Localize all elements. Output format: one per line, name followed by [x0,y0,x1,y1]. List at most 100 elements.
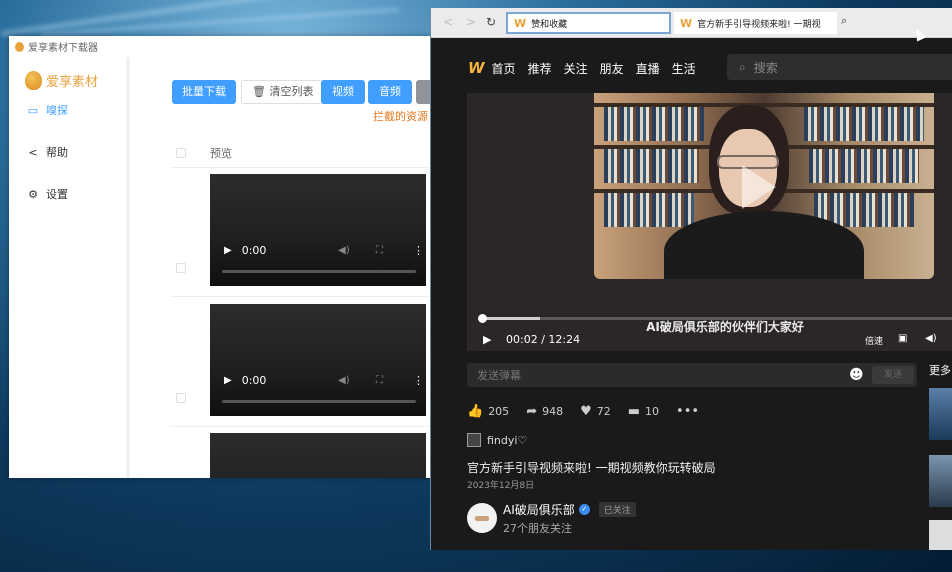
video-preview[interactable]: ▶ 0:00 ◀) ⛶ ⋮ [210,304,426,416]
friends-following-count: 27个朋友关注 [503,522,572,535]
books [604,149,699,183]
clear-list-button[interactable]: 🗑 清空列表 [241,80,325,104]
fullscreen-icon[interactable]: ⛶ [376,375,383,386]
video-time: 0:00 [241,243,267,257]
nav-link[interactable]: 生活 [672,60,696,77]
uploader-name: findyi♡ [487,433,528,447]
column-header-preview: 预览 [210,147,232,160]
row-checkbox[interactable] [176,393,186,403]
search-icon[interactable]: ⌕ [841,14,847,28]
divider [170,426,430,427]
video-preview[interactable]: ▶ 0:00 ◀) ⛶ ⋮ [210,174,426,286]
forward-icon[interactable]: > [466,15,476,29]
uploader-avatar [467,433,481,447]
thumbs-up-icon: 👍 [467,403,484,419]
volume-icon[interactable]: ◀) [925,333,937,344]
nav-link[interactable]: 朋友 [600,60,624,77]
speed-button[interactable]: 倍速 [865,334,883,347]
sidebar-item-sniff[interactable]: ▭ 嗅探 [27,100,126,120]
site-search-input[interactable]: ⌕ 搜索 [727,54,952,80]
books [604,107,704,141]
play-icon[interactable]: ▶ [483,333,491,346]
tab-video[interactable]: W 官方新手引导视频来啦! 一期视 [674,12,837,34]
big-play-icon[interactable] [742,165,776,209]
sidebar-item-settings[interactable]: ⚙ 设置 [27,184,126,204]
follow-state-button[interactable]: 已关注 [598,502,636,517]
channel-avatar[interactable] [467,503,497,533]
related-thumbnail[interactable] [929,388,952,440]
row-checkbox[interactable] [176,263,186,273]
comment-button[interactable]: ▬ 10 [628,404,659,419]
sidebar-item-help[interactable]: < 帮助 [27,142,126,162]
video-preview[interactable] [210,433,426,478]
books [809,149,919,183]
tab-favorites[interactable]: W 赞和收藏 [506,12,671,34]
video-controls: ▶ 0:00 ◀) ⛶ ⋮ [210,370,426,390]
reload-icon[interactable]: ↻ [486,15,496,29]
share-button[interactable]: ➦ 948 [526,404,563,419]
tab-title: 官方新手引导视频来啦! 一期视 [697,19,821,30]
nav-link[interactable]: 推荐 [528,60,552,77]
browser-window: < > ↻ W 赞和收藏 W 官方新手引导视频来啦! 一期视 ⌕ W 首页 推荐… [430,8,952,550]
danmu-toggle-icon[interactable]: ▣ [898,333,907,344]
video-progress-bar[interactable] [222,270,416,273]
more-options-icon[interactable]: ⋮ [413,374,424,387]
engagement-stats: 👍 205 ➦ 948 ♥ 72 ▬ 10 ••• [467,401,721,421]
video-camera-icon: ▭ [27,103,39,117]
share-icon: < [28,145,38,159]
more-actions-button[interactable]: ••• [676,404,704,419]
volume-icon[interactable]: ◀) [338,245,350,256]
divider [170,296,430,297]
sidebar-item-label: 设置 [46,188,68,201]
search-placeholder: 搜索 [753,60,778,75]
danmu-input[interactable]: 发送弹幕 ☻ 发送 [467,363,917,387]
play-icon[interactable]: ▶ [224,245,232,256]
play-icon[interactable]: ▶ [224,375,232,386]
batch-download-button[interactable]: 批量下载 [172,80,236,104]
app-logo-icon [15,41,24,52]
player-time: 00:02 / 12:24 [506,333,581,346]
site-logo-icon[interactable]: W [468,59,485,77]
like-button[interactable]: 👍 205 [467,404,509,419]
trash-icon: 🗑 [252,85,266,98]
related-thumbnail[interactable] [929,455,952,507]
downloader-titlebar: 爱享素材下载器 [9,36,430,57]
emoji-icon[interactable]: ☻ [849,367,864,383]
sidebar: 爱享素材 ▭ 嗅探 < 帮助 ⚙ 设置 [9,57,130,478]
tab-favicon-icon: W [514,16,527,30]
comment-icon: ▬ [627,403,641,419]
brand: 爱享素材 [25,71,126,90]
brand-name: 爱享素材 [46,75,99,90]
books [604,193,694,227]
sidebar-item-label: 嗅探 [46,104,68,117]
related-thumbnail[interactable] [929,520,952,550]
danmu-send-button[interactable]: 发送 [872,366,914,384]
volume-icon[interactable]: ◀) [338,375,350,386]
intercept-warning: 拦截的资源 [373,110,428,123]
verified-badge-icon: ✓ [578,504,590,515]
more-videos-label: 更多 [929,364,951,377]
share-count: 948 [542,404,564,418]
window-title: 爱享素材下载器 [28,43,98,54]
nav-link[interactable]: 关注 [564,60,588,77]
nav-link[interactable]: 直播 [636,60,660,77]
browser-toolbar: < > ↻ W 赞和收藏 W 官方新手引导视频来啦! 一期视 ⌕ [431,8,952,38]
video-player[interactable]: AI破局俱乐部的伙伴们大家好 ▶ 00:02 / 12:24 倍速 ▣ ◀) [467,93,952,351]
video-frame[interactable] [594,93,934,279]
favorite-button[interactable]: ♥ 72 [580,404,611,419]
site-nav: W 首页 推荐 关注 朋友 直播 生活 ⌕ 搜索 [431,46,952,90]
more-options-icon[interactable]: ⋮ [413,244,424,257]
filter-audio-button[interactable]: 音频 [368,80,412,104]
nav-link[interactable]: 首页 [492,60,516,77]
filter-more-button[interactable] [416,80,430,104]
filter-video-button[interactable]: 视频 [321,80,365,104]
channel-name[interactable]: AI破局俱乐部 [503,501,575,518]
back-icon[interactable]: < [443,15,453,29]
uploader-tag[interactable]: findyi♡ [467,433,527,447]
tab-favicon-icon: W [680,16,693,30]
select-all-checkbox[interactable] [176,148,186,158]
fullscreen-icon[interactable]: ⛶ [376,245,383,256]
search-icon: ⌕ [739,59,746,74]
main-panel: 批量下载 🗑 清空列表 视频 音频 拦截的资源 预览 ▶ 0:00 ◀) ⛶ ⋮ [130,57,430,478]
video-progress-bar[interactable] [222,400,416,403]
